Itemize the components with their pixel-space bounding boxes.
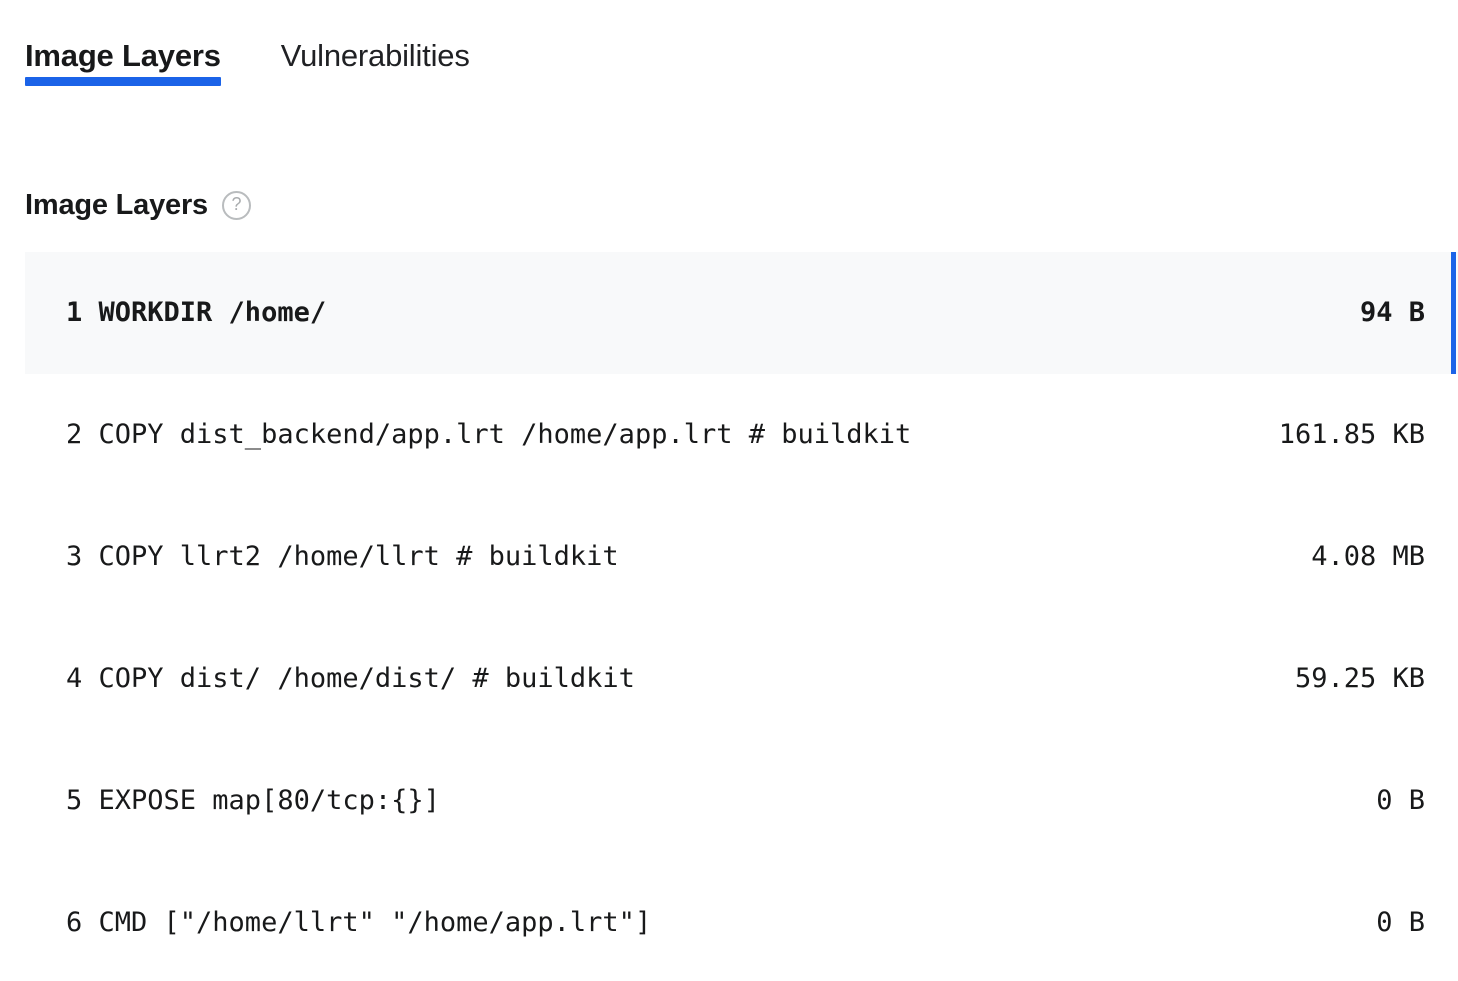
- tab-active-underline: [25, 77, 221, 86]
- layer-row[interactable]: 5 EXPOSE map[80/tcp:{}] 0 B: [25, 740, 1458, 862]
- image-layers-page: Image Layers Vulnerabilities Image Layer…: [0, 0, 1458, 981]
- tab-vulnerabilities[interactable]: Vulnerabilities: [281, 24, 470, 100]
- help-icon-glyph: ?: [231, 195, 241, 213]
- layer-size: 161.85 KB: [1279, 418, 1425, 452]
- layer-command: 5 EXPOSE map[80/tcp:{}]: [66, 784, 440, 818]
- page-title: Image Layers: [25, 186, 208, 224]
- layer-command: 3 COPY llrt2 /home/llrt # buildkit: [66, 540, 619, 574]
- tab-vulnerabilities-label: Vulnerabilities: [281, 36, 470, 76]
- layer-command: 4 COPY dist/ /home/dist/ # buildkit: [66, 662, 635, 696]
- selected-row-accent-bar: [1451, 252, 1456, 374]
- layer-size: 94 B: [1360, 296, 1425, 330]
- layer-row[interactable]: 2 COPY dist_backend/app.lrt /home/app.lr…: [25, 374, 1458, 496]
- layer-size: 0 B: [1376, 906, 1425, 940]
- help-circle-icon[interactable]: ?: [222, 191, 251, 220]
- tab-bar: Image Layers Vulnerabilities: [0, 24, 1458, 100]
- layer-command: 1 WORKDIR /home/: [66, 296, 326, 330]
- layer-size: 0 B: [1376, 784, 1425, 818]
- layer-command: 2 COPY dist_backend/app.lrt /home/app.lr…: [66, 418, 911, 452]
- layer-size: 4.08 MB: [1311, 540, 1425, 574]
- image-layers-list: 1 WORKDIR /home/ 94 B 2 COPY dist_backen…: [25, 252, 1458, 981]
- layer-row[interactable]: 3 COPY llrt2 /home/llrt # buildkit 4.08 …: [25, 496, 1458, 618]
- layer-row[interactable]: 1 WORKDIR /home/ 94 B: [25, 252, 1458, 374]
- layer-command: 6 CMD ["/home/llrt" "/home/app.lrt"]: [66, 906, 651, 940]
- section-header: Image Layers ?: [25, 186, 251, 224]
- tab-image-layers-label: Image Layers: [25, 36, 221, 76]
- layer-row[interactable]: 6 CMD ["/home/llrt" "/home/app.lrt"] 0 B: [25, 862, 1458, 981]
- layer-size: 59.25 KB: [1295, 662, 1425, 696]
- tab-image-layers[interactable]: Image Layers: [25, 24, 221, 100]
- layer-row[interactable]: 4 COPY dist/ /home/dist/ # buildkit 59.2…: [25, 618, 1458, 740]
